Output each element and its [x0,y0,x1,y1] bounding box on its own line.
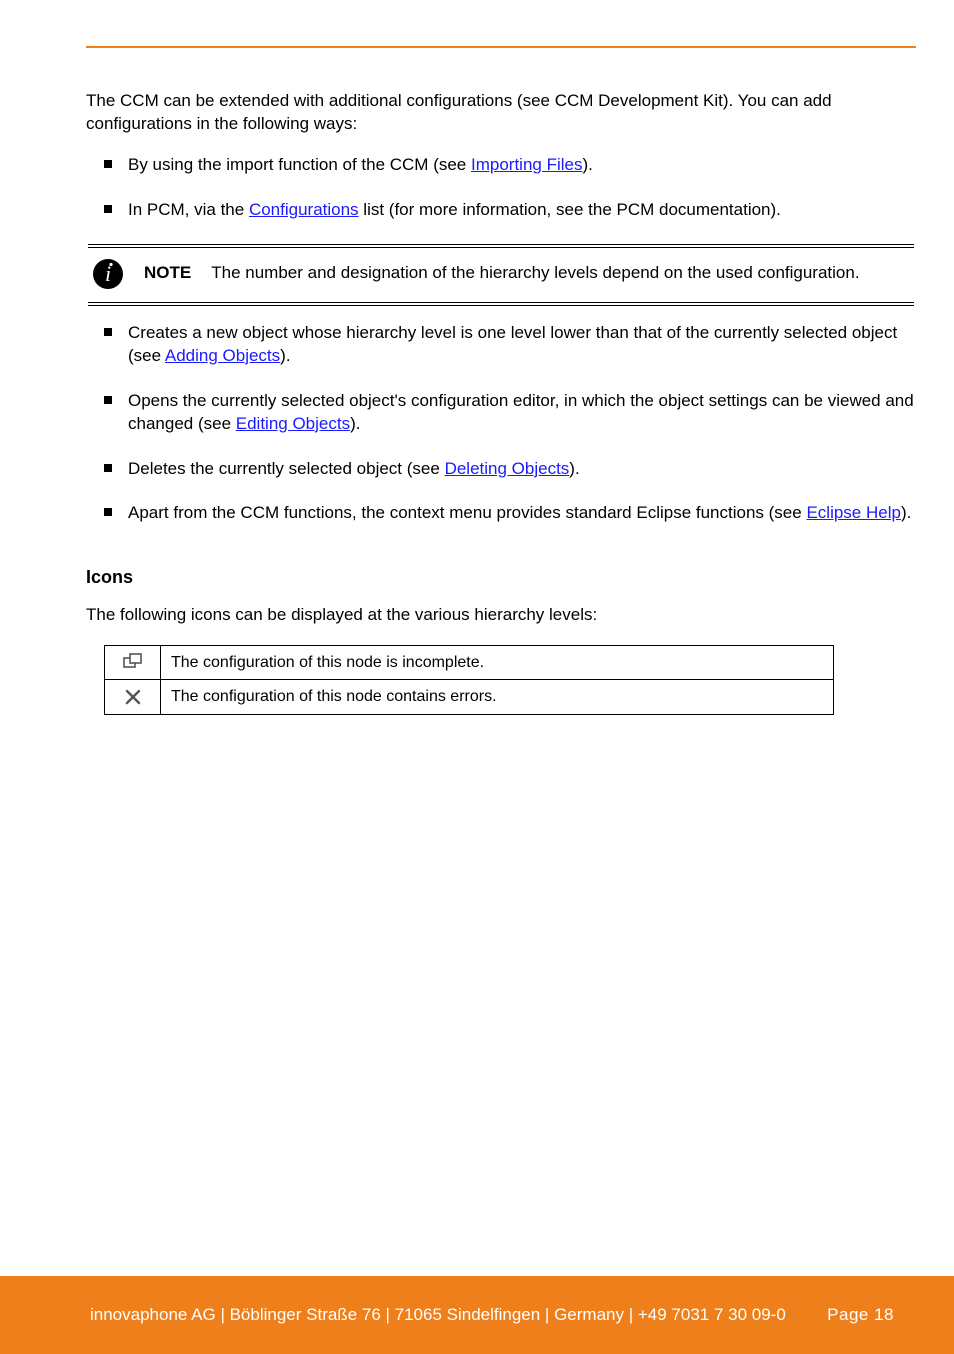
footer-company-info: innovaphone AG | Böblinger Straße 76 | 7… [90,1305,786,1325]
error-config-icon-cell [105,680,161,715]
table-row: The configuration of this node is incomp… [105,645,834,680]
intro-paragraph: The CCM can be extended with additional … [86,90,916,136]
list-item: Opens the currently selected object's co… [128,390,916,436]
incomplete-config-icon-cell [105,645,161,680]
list-text: By using the import function of the CCM … [128,155,471,174]
list-item: Creates a new object whose hierarchy lev… [128,322,916,368]
header-rule [86,46,916,48]
x-icon [115,688,150,706]
context-menu-list: Creates a new object whose hierarchy lev… [86,322,916,526]
icons-heading: Icons [86,565,916,589]
table-cell: The configuration of this node is incomp… [161,645,834,680]
note-rule-bottom [88,302,914,306]
note-body: i NOTE The number and designation of the… [86,248,916,302]
overlapping-squares-icon [115,653,150,671]
info-icon: i [92,258,124,290]
eclipse-help-link[interactable]: Eclipse Help [806,503,901,522]
list-text: Apart from the CCM functions, the contex… [128,503,806,522]
deleting-objects-link[interactable]: Deleting Objects [445,459,570,478]
list-item: By using the import function of the CCM … [128,154,916,177]
note-label: NOTE [144,262,191,285]
list-text: list (for more information, see the PCM … [359,200,781,219]
list-text: ). [569,459,579,478]
list-item: Deletes the currently selected object (s… [128,458,916,481]
table-row: The configuration of this node contains … [105,680,834,715]
page-footer: innovaphone AG | Böblinger Straße 76 | 7… [0,1276,954,1354]
icons-paragraph: The following icons can be displayed at … [86,604,916,627]
list-text: In PCM, via the [128,200,249,219]
page-content: The CCM can be extended with additional … [86,90,916,715]
list-text: ). [280,346,290,365]
editing-objects-link[interactable]: Editing Objects [236,414,350,433]
list-text: ). [901,503,911,522]
footer-page-number: Page 18 [827,1305,894,1325]
note-box: i NOTE The number and designation of the… [86,244,916,306]
note-text: The number and designation of the hierar… [211,262,859,285]
list-item: In PCM, via the Configurations list (for… [128,199,916,222]
list-text: ). [350,414,360,433]
extension-methods-list: By using the import function of the CCM … [86,154,916,222]
table-cell: The configuration of this node contains … [161,680,834,715]
list-item: Apart from the CCM functions, the contex… [128,502,916,525]
adding-objects-link[interactable]: Adding Objects [165,346,280,365]
icons-table: The configuration of this node is incomp… [104,645,834,715]
importing-files-link[interactable]: Importing Files [471,155,582,174]
configurations-link[interactable]: Configurations [249,200,359,219]
list-text: ). [582,155,592,174]
list-text: Deletes the currently selected object (s… [128,459,445,478]
